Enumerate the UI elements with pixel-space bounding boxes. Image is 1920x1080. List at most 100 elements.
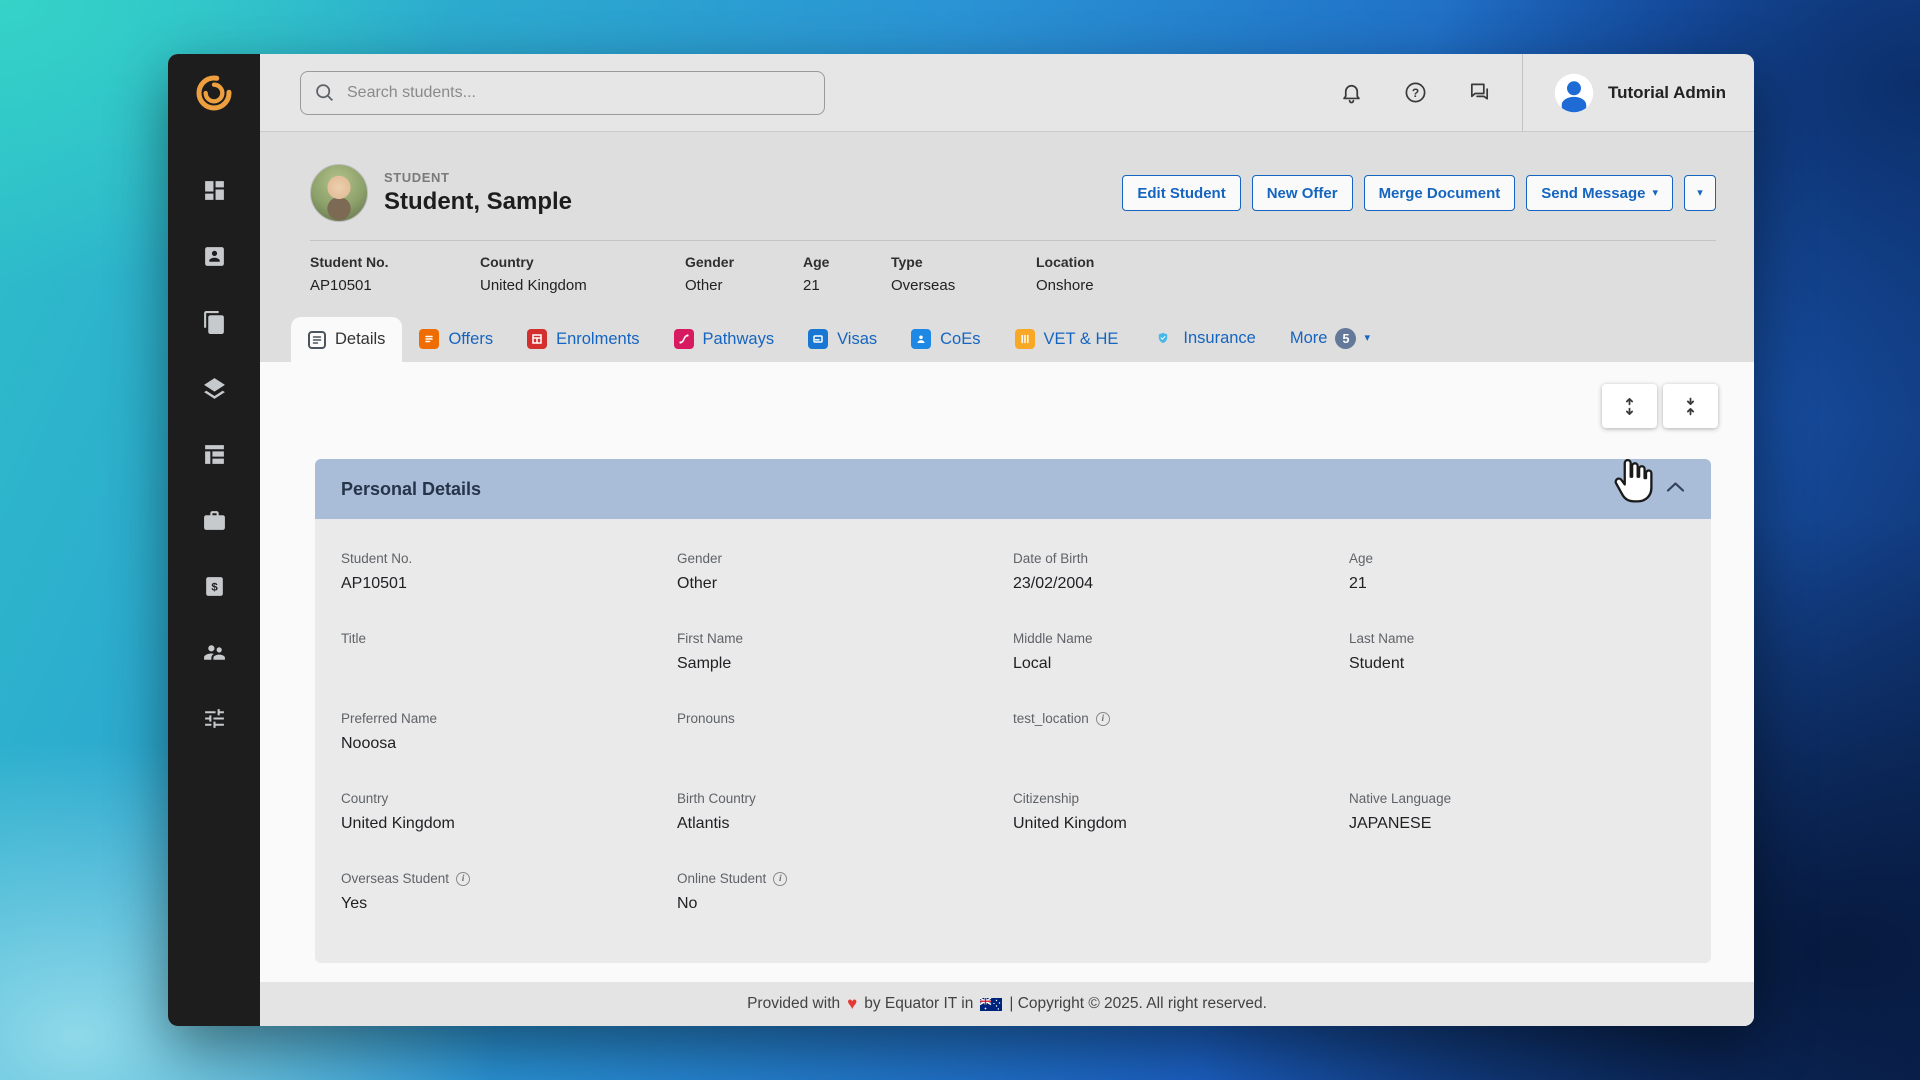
summary-type: TypeOverseas [891, 254, 1036, 294]
chevron-down-icon: ▾ [1697, 188, 1703, 199]
desktop-wallpaper: $ [0, 0, 1920, 1080]
card-icon [808, 329, 828, 349]
summary-location: LocationOnshore [1036, 254, 1094, 294]
tab-offers[interactable]: Offers [402, 316, 510, 362]
student-summary: Student No.AP10501 CountryUnited Kingdom… [310, 241, 1716, 294]
chevron-up-icon[interactable] [1666, 480, 1685, 498]
chat-button[interactable] [1468, 81, 1492, 105]
sidebar-item-dashboard[interactable] [199, 176, 229, 204]
sidebar-item-courses[interactable] [199, 374, 229, 402]
documents-icon [202, 310, 227, 335]
app-footer: Provided with ♥ by Equator IT in | Copyr… [260, 982, 1754, 1026]
field-last-name: Last Name Student [1349, 631, 1685, 689]
fold-controls [1602, 384, 1718, 428]
sidebar-item-agents[interactable] [199, 638, 229, 666]
expand-all-icon [1621, 397, 1638, 416]
personal-details-section: Personal Details Student No. AP10501 Gen… [315, 459, 1711, 963]
field-student-no: Student No. AP10501 [341, 551, 677, 609]
tab-vet-he[interactable]: VET & HE [998, 316, 1136, 362]
field-preferred-name: Preferred Name Nooosa [341, 711, 677, 769]
heart-icon: ♥ [847, 994, 857, 1014]
sidebar-item-tables[interactable] [199, 440, 229, 468]
topbar: ? Tutorial Admin [260, 54, 1754, 132]
summary-age: Age21 [803, 254, 891, 294]
briefcase-icon [202, 508, 227, 533]
field-age: Age 21 [1349, 551, 1685, 609]
field-overseas-student: Overseas Studenti Yes [341, 871, 677, 929]
bell-icon [1340, 81, 1363, 104]
details-panel: Personal Details Student No. AP10501 Gen… [260, 362, 1754, 982]
personal-details-body: Student No. AP10501 Gender Other Date of… [315, 519, 1711, 963]
student-tabs: Details Offers Enrolments [291, 314, 1716, 362]
topbar-icons: ? [1340, 81, 1492, 105]
field-country: Country United Kingdom [341, 791, 677, 849]
person-icon [911, 329, 931, 349]
summary-country: CountryUnited Kingdom [480, 254, 685, 294]
help-button[interactable]: ? [1404, 81, 1428, 105]
merge-document-button[interactable]: Merge Document [1364, 175, 1516, 211]
info-icon[interactable]: i [456, 872, 470, 886]
notifications-button[interactable] [1340, 81, 1364, 105]
tune-icon [202, 706, 227, 731]
edit-student-button[interactable]: Edit Student [1122, 175, 1240, 211]
new-offer-button[interactable]: New Offer [1252, 175, 1353, 211]
info-icon[interactable]: i [1096, 712, 1110, 726]
field-date-of-birth: Date of Birth 23/02/2004 [1013, 551, 1349, 609]
field-empty [1349, 711, 1685, 769]
field-citizenship: Citizenship United Kingdom [1013, 791, 1349, 849]
sidebar-item-documents[interactable] [199, 308, 229, 336]
layers-icon [202, 376, 227, 401]
expand-all-button[interactable] [1602, 384, 1657, 428]
field-test-location: test_locationi [1013, 711, 1349, 769]
user-name: Tutorial Admin [1608, 83, 1726, 103]
sidebar-nav: $ [199, 132, 229, 732]
field-middle-name: Middle Name Local [1013, 631, 1349, 689]
more-actions-button[interactable]: ▾ [1684, 175, 1716, 211]
student-header: STUDENT Student, Sample Edit Student New… [260, 132, 1754, 362]
field-first-name: First Name Sample [677, 631, 1013, 689]
tab-insurance[interactable]: Insurance [1135, 314, 1272, 362]
info-icon[interactable]: i [773, 872, 787, 886]
field-gender: Gender Other [677, 551, 1013, 609]
contacts-icon [202, 244, 227, 269]
personal-details-header[interactable]: Personal Details [315, 459, 1711, 519]
summary-gender: GenderOther [685, 254, 803, 294]
billing-icon: $ [202, 574, 227, 599]
sidebar-item-settings[interactable] [199, 704, 229, 732]
collapse-all-button[interactable] [1663, 384, 1718, 428]
sidebar: $ [168, 54, 260, 1026]
send-message-button[interactable]: Send Message▾ [1526, 175, 1673, 211]
document-icon [419, 329, 439, 349]
search-icon [314, 82, 335, 103]
tab-enrolments[interactable]: Enrolments [510, 316, 656, 362]
app-logo[interactable] [168, 54, 260, 132]
svg-text:?: ? [1412, 86, 1419, 100]
route-icon [674, 329, 694, 349]
field-birth-country: Birth Country Atlantis [677, 791, 1013, 849]
svg-text:$: $ [211, 581, 218, 593]
user-menu[interactable]: Tutorial Admin [1522, 54, 1726, 132]
sidebar-item-contacts[interactable] [199, 242, 229, 270]
agents-icon [202, 640, 227, 665]
field-pronouns: Pronouns [677, 711, 1013, 769]
columns-icon [1015, 329, 1035, 349]
tab-more[interactable]: More 5 ▾ [1273, 315, 1387, 362]
summary-student-no: Student No.AP10501 [310, 254, 480, 294]
chevron-down-icon: ▾ [1364, 333, 1370, 344]
tab-pathways[interactable]: Pathways [657, 316, 792, 362]
tab-visas[interactable]: Visas [791, 316, 894, 362]
tab-coes[interactable]: CoEs [894, 316, 997, 362]
dashboard-icon [202, 178, 227, 203]
tab-details[interactable]: Details [291, 317, 402, 362]
sidebar-item-work[interactable] [199, 506, 229, 534]
sidebar-item-billing[interactable]: $ [199, 572, 229, 600]
collapse-all-icon [1682, 397, 1699, 416]
student-actions: Edit Student New Offer Merge Document Se… [1122, 175, 1716, 211]
app-window: $ [168, 54, 1754, 1026]
student-photo [310, 164, 368, 222]
table-icon [202, 442, 227, 467]
search-input[interactable] [300, 71, 825, 115]
field-online-student: Online Studenti No [677, 871, 1013, 929]
field-native-language: Native Language JAPANESE [1349, 791, 1685, 849]
main-area: ? Tutorial Admin [260, 54, 1754, 1026]
